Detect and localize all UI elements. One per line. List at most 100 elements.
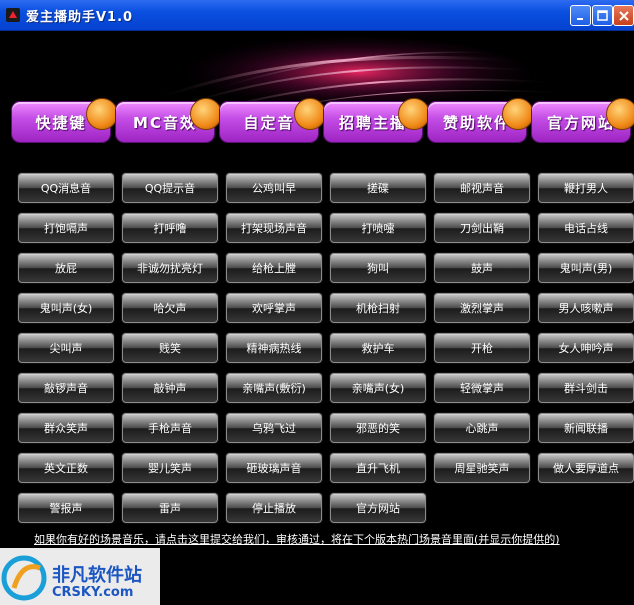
nav-button-shortcut[interactable]: 快捷键 <box>12 98 118 142</box>
sound-button[interactable]: 公鸡叫早 <box>226 173 322 203</box>
sound-button-label: 雷声 <box>159 502 181 515</box>
sound-button[interactable]: 轻微掌声 <box>434 373 530 403</box>
sound-button[interactable]: 精神病热线 <box>226 333 322 363</box>
minimize-icon <box>571 6 590 25</box>
sound-button[interactable]: 官方网站 <box>330 493 426 523</box>
sound-button[interactable]: 刀剑出鞘 <box>434 213 530 243</box>
sound-button[interactable]: 手枪声音 <box>122 413 218 443</box>
nav-button-label: MC音效 <box>133 113 197 132</box>
sound-button-label: 放屁 <box>55 262 77 275</box>
sound-button-label: 新闻联播 <box>564 422 608 435</box>
nav-button-custom-sound[interactable]: 自定音 <box>220 98 326 142</box>
sound-button[interactable]: 给枪上膛 <box>226 253 322 283</box>
sound-button-label: 轻微掌声 <box>460 382 504 395</box>
sound-button[interactable]: 邮视声音 <box>434 173 530 203</box>
sound-button[interactable]: 亲嘴声(敷衍) <box>226 373 322 403</box>
sound-button-label: 打喷嚏 <box>361 222 395 235</box>
sound-button-label: 鞭打男人 <box>564 182 608 195</box>
nav-button-label: 赞助软件 <box>442 113 511 132</box>
app-icon <box>6 8 20 22</box>
nav-button-sponsor[interactable]: 赞助软件 <box>428 98 534 142</box>
sound-button[interactable]: 狗叫 <box>330 253 426 283</box>
sound-button[interactable]: 鬼叫声(男) <box>538 253 634 283</box>
maximize-button[interactable] <box>592 5 613 26</box>
sound-button-label: 哈欠声 <box>153 302 187 315</box>
nav-button-official-site[interactable]: 官方网站 <box>532 98 634 142</box>
sound-button[interactable]: 英文正数 <box>18 453 114 483</box>
sound-button[interactable]: 敲钟声 <box>122 373 218 403</box>
title-bar[interactable]: 爱主播助手V1.0 <box>0 0 634 31</box>
sound-button[interactable]: 搓碟 <box>330 173 426 203</box>
sound-button-label: 欢呼掌声 <box>252 302 296 315</box>
sound-button-label: 刀剑出鞘 <box>460 222 504 235</box>
sound-button-label: 鬼叫声(男) <box>559 262 613 275</box>
maximize-icon <box>593 6 612 25</box>
sound-button[interactable]: 鬼叫声(女) <box>18 293 114 323</box>
sound-button[interactable]: 心跳声 <box>434 413 530 443</box>
close-button[interactable] <box>613 5 634 26</box>
sound-button[interactable]: QQ消息音 <box>18 173 114 203</box>
submit-music-link[interactable]: 如果你有好的场景音乐，请点击这里提交给我们，审核通过，将在下个版本热门场景音里面… <box>34 531 560 547</box>
sound-button[interactable]: 贱笑 <box>122 333 218 363</box>
sound-button[interactable]: 打呼噜 <box>122 213 218 243</box>
sound-button[interactable]: 救护车 <box>330 333 426 363</box>
minimize-button[interactable] <box>570 5 591 26</box>
sound-button[interactable]: 机枪扫射 <box>330 293 426 323</box>
sound-button[interactable]: 做人要厚道点 <box>538 453 634 483</box>
sound-button[interactable]: 邪恶的笑 <box>330 413 426 443</box>
app-window: 爱主播助手V1.0 快捷键 MC音效 自定音 招聘主播 赞助软件 官方网站 QQ… <box>0 0 634 605</box>
sound-button-label: 打架现场声音 <box>241 222 307 235</box>
sound-button-label: 官方网站 <box>356 502 400 515</box>
sound-button[interactable]: 非诚勿扰亮灯 <box>122 253 218 283</box>
sound-button[interactable]: 尖叫声 <box>18 333 114 363</box>
sound-button[interactable]: 群斗剑击 <box>538 373 634 403</box>
sound-button[interactable]: 新闻联播 <box>538 413 634 443</box>
sound-button[interactable]: 直升飞机 <box>330 453 426 483</box>
sound-button-label: 女人呻吟声 <box>558 342 614 355</box>
sound-button[interactable]: 男人咳嗽声 <box>538 293 634 323</box>
sound-button[interactable]: 乌鸦飞过 <box>226 413 322 443</box>
badge-icon <box>398 98 430 130</box>
window-title: 爱主播助手V1.0 <box>26 10 134 25</box>
sound-button[interactable]: 群众笑声 <box>18 413 114 443</box>
nav-button-recruit-host[interactable]: 招聘主播 <box>324 98 430 142</box>
sound-button-label: 周星驰笑声 <box>454 462 510 475</box>
sound-button-label: 群斗剑击 <box>564 382 608 395</box>
sound-button[interactable]: 欢呼掌声 <box>226 293 322 323</box>
sound-button[interactable]: 开枪 <box>434 333 530 363</box>
sound-button[interactable]: 敲锣声音 <box>18 373 114 403</box>
sound-button[interactable]: 哈欠声 <box>122 293 218 323</box>
sound-button[interactable]: 鞭打男人 <box>538 173 634 203</box>
badge-icon <box>86 98 118 130</box>
sound-button[interactable]: 砸玻璃声音 <box>226 453 322 483</box>
sound-button-label: 鬼叫声(女) <box>39 302 93 315</box>
sound-button-label: 群众笑声 <box>44 422 88 435</box>
sound-button[interactable]: 电话占线 <box>538 213 634 243</box>
sound-button-label: 激烈掌声 <box>460 302 504 315</box>
sound-button[interactable]: 激烈掌声 <box>434 293 530 323</box>
sound-button[interactable]: 婴儿笑声 <box>122 453 218 483</box>
sound-button-label: 贱笑 <box>159 342 181 355</box>
sound-button-label: 停止播放 <box>252 502 296 515</box>
sound-button[interactable]: 打饱嗝声 <box>18 213 114 243</box>
sound-button[interactable]: 亲嘴声(女) <box>330 373 426 403</box>
sound-button-label: 搓碟 <box>367 182 389 195</box>
sound-button[interactable]: 打架现场声音 <box>226 213 322 243</box>
sound-button[interactable]: 警报声 <box>18 493 114 523</box>
sound-button[interactable]: 女人呻吟声 <box>538 333 634 363</box>
sound-button[interactable]: 雷声 <box>122 493 218 523</box>
sound-button-label: 非诚勿扰亮灯 <box>137 262 203 275</box>
sound-button[interactable]: 周星驰笑声 <box>434 453 530 483</box>
sound-button[interactable]: 停止播放 <box>226 493 322 523</box>
sound-button-label: 警报声 <box>49 502 83 515</box>
sound-button[interactable]: 鼓声 <box>434 253 530 283</box>
sound-button-label: 精神病热线 <box>246 342 302 355</box>
nav-button-mc-sound[interactable]: MC音效 <box>116 98 222 142</box>
sound-button[interactable]: 放屁 <box>18 253 114 283</box>
sound-button-label: 电话占线 <box>564 222 608 235</box>
sound-button-label: 公鸡叫早 <box>252 182 296 195</box>
sound-button[interactable]: 打喷嚏 <box>330 213 426 243</box>
sound-button-label: 尖叫声 <box>49 342 83 355</box>
sound-button[interactable]: QQ提示音 <box>122 173 218 203</box>
sound-button-label: 敲锣声音 <box>44 382 88 395</box>
